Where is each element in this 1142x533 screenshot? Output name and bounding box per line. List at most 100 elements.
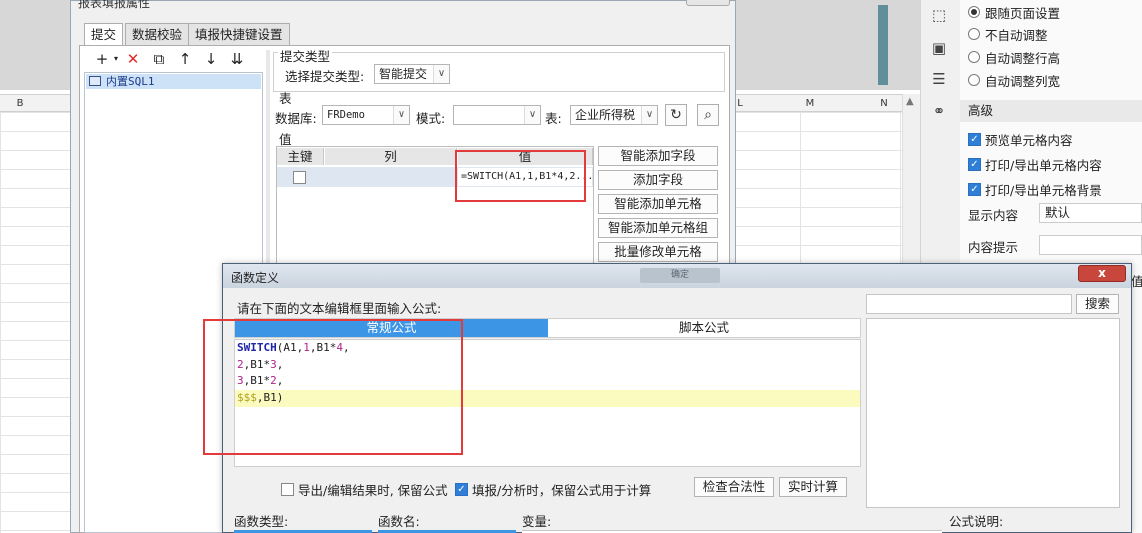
chevron-down-icon[interactable]: ∨ [433, 65, 449, 83]
option-label: 填报/分析时，保留公式用于计算 [472, 482, 652, 498]
table-group-title: 表 [279, 91, 292, 106]
option-keep-formula-fill[interactable]: ✓ 填报/分析时，保留公式用于计算 [455, 480, 651, 498]
submit-type-group-title: 提交类型 [278, 46, 333, 65]
search-button[interactable]: 搜索 [1076, 294, 1119, 314]
cell-frame-icon[interactable]: ⬚ [928, 4, 950, 26]
primary-key-checkbox[interactable] [293, 171, 306, 184]
content-tip-input[interactable] [1039, 235, 1142, 255]
formula-dialog-title: 函数定义 [231, 271, 280, 285]
radio-icon[interactable] [968, 74, 980, 86]
database-value: FRDemo [327, 109, 365, 121]
radio-icon[interactable] [968, 51, 980, 63]
check-validity-button[interactable]: 检查合法性 [694, 477, 774, 497]
chevron-down-icon[interactable]: ∨ [393, 106, 409, 124]
report-dialog-title: 报表填报属性 [78, 0, 151, 10]
submit-type-value: 智能提交 [379, 67, 428, 81]
condition-icon[interactable]: ☰ [928, 68, 950, 90]
chevron-down-icon[interactable]: ∨ [641, 106, 657, 124]
radio-selected-icon[interactable] [968, 6, 980, 18]
function-type-label: 函数类型: [234, 514, 289, 529]
variable-label: 变量: [522, 514, 552, 529]
realtime-calc-button[interactable]: 实时计算 [779, 477, 847, 497]
radio-label: 跟随页面设置 [985, 5, 1061, 21]
column-header-n[interactable]: N [864, 95, 904, 112]
move-up-icon[interactable]: ↑ [175, 50, 195, 68]
tab-script-formula[interactable]: 脚本公式 [548, 319, 860, 337]
option-label: 导出/编辑结果时, 保留公式 [298, 482, 448, 498]
checkbox-label: 打印/导出单元格背景 [985, 182, 1102, 198]
chevron-down-icon[interactable]: ∨ [524, 106, 540, 124]
copy-icon[interactable]: ⧉ [149, 50, 169, 68]
radio-no-adjust[interactable]: 不自动调整 [968, 24, 1048, 44]
check-icon[interactable]: ✓ [968, 132, 981, 146]
tree-item-label: 内置SQL1 [106, 75, 155, 88]
tab-shortcut-settings[interactable]: 填报快捷键设置 [188, 23, 290, 45]
database-table-icon [89, 76, 101, 86]
radio-auto-row-height[interactable]: 自动调整行高 [968, 47, 1060, 67]
function-search-input[interactable] [866, 294, 1072, 314]
submit-type-select[interactable]: 智能提交 ∨ [374, 64, 450, 84]
value-cell-highlight-box [455, 150, 586, 202]
check-icon[interactable]: ✓ [968, 157, 981, 171]
checkbox-print-content[interactable]: ✓ 打印/导出单元格内容 [968, 154, 1102, 174]
radio-label: 自动调整行高 [985, 50, 1061, 66]
scroll-up-icon[interactable]: ▲ [906, 96, 914, 107]
database-label: 数据库: [275, 111, 317, 126]
check-icon[interactable]: ✓ [968, 182, 981, 196]
search-result-list[interactable] [866, 318, 1120, 508]
move-bottom-icon[interactable]: ⇊ [227, 50, 247, 68]
checkbox-icon[interactable] [281, 482, 294, 496]
ghost-confirm-button[interactable]: 确定 [640, 268, 720, 283]
table-label: 表: [545, 111, 562, 126]
smart-add-cell-group-button[interactable]: 智能添加单元格组 [598, 218, 718, 238]
advanced-section-header[interactable]: 高级 [960, 100, 1142, 122]
smart-add-field-button[interactable]: 智能添加字段 [598, 146, 718, 166]
radio-follow-page[interactable]: 跟随页面设置 [968, 2, 1060, 22]
check-icon[interactable]: ✓ [455, 482, 468, 496]
mode-label: 模式: [416, 111, 446, 126]
option-keep-formula-export[interactable]: 导出/编辑结果时, 保留公式 [281, 480, 448, 498]
move-down-icon[interactable]: ↓ [201, 50, 221, 68]
widget-icon[interactable]: ▣ [928, 37, 950, 59]
value-partial-label: 值 [1131, 274, 1142, 289]
checkbox-print-background[interactable]: ✓ 打印/导出单元格背景 [968, 179, 1102, 199]
report-dialog-close-button[interactable] [686, 0, 730, 6]
radio-auto-col-width[interactable]: 自动调整列宽 [968, 70, 1060, 90]
batch-modify-cell-button[interactable]: 批量修改单元格 [598, 242, 718, 262]
refresh-button[interactable]: ↻ [665, 104, 687, 126]
toolbar-accent-strip [878, 5, 888, 85]
column-header-column[interactable]: 列 [325, 148, 457, 165]
column-header-m[interactable]: M [790, 95, 830, 112]
formula-prompt: 请在下面的文本编辑框里面输入公式: [237, 301, 442, 316]
table-value: 企业所得税 [575, 108, 636, 122]
checkbox-preview-content[interactable]: ✓ 预览单元格内容 [968, 129, 1073, 149]
column-header-primary-key[interactable]: 主键 [277, 148, 324, 165]
radio-label: 自动调整列宽 [985, 73, 1061, 89]
column-header-l[interactable]: L [735, 95, 745, 112]
smart-add-cell-button[interactable]: 智能添加单元格 [598, 194, 718, 214]
formula-description-label: 公式说明: [949, 514, 1004, 529]
formula-highlight-box [203, 319, 463, 455]
database-select[interactable]: FRDemo ∨ [322, 105, 410, 125]
checkbox-label: 预览单元格内容 [985, 132, 1073, 148]
preview-icon: ⌕ [704, 107, 712, 123]
mode-select[interactable]: ∨ [453, 105, 541, 125]
delete-icon[interactable]: ✕ [123, 50, 143, 68]
close-icon[interactable]: x [1078, 265, 1126, 282]
checkbox-label: 打印/导出单元格内容 [985, 157, 1102, 173]
radio-icon[interactable] [968, 28, 980, 40]
tab-submit[interactable]: 提交 [84, 23, 124, 46]
select-submit-type-label: 选择提交类型: [285, 69, 365, 84]
column-header-b[interactable]: B [0, 95, 40, 112]
table-select[interactable]: 企业所得税 ∨ [570, 105, 658, 125]
content-tip-label: 内容提示 [968, 240, 1019, 255]
tab-data-validation[interactable]: 数据校验 [125, 23, 190, 45]
display-content-select[interactable]: 默认 [1039, 203, 1142, 223]
function-name-label: 函数名: [378, 514, 420, 529]
display-content-label: 显示内容 [968, 208, 1019, 223]
preview-table-button[interactable]: ⌕ [697, 104, 719, 126]
tree-item-builtin-sql[interactable]: 内置SQL1 [86, 74, 261, 89]
refresh-icon: ↻ [670, 107, 682, 123]
hyperlink-icon[interactable]: ⚭ [928, 100, 950, 122]
add-field-button[interactable]: 添加字段 [598, 170, 718, 190]
